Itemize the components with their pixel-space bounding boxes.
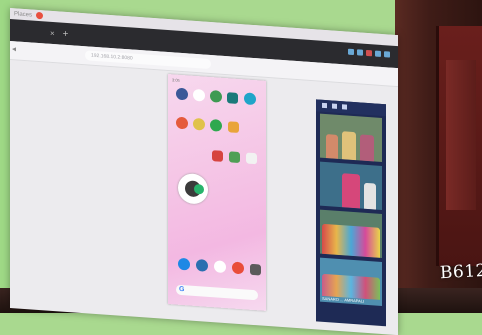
extension-icon[interactable]: [366, 49, 372, 57]
whatsapp-app-icon[interactable]: [210, 118, 222, 132]
maps-app-icon[interactable]: [210, 89, 222, 103]
play-store-icon[interactable]: [194, 183, 204, 195]
back-icon[interactable]: ◂: [12, 44, 20, 53]
url-field[interactable]: 192.168.10.2:8080: [85, 50, 211, 70]
messages-app-icon[interactable]: [196, 259, 208, 272]
projected-screen: Places × + ◂ 192.168.10.2:8080 3:05 G SA…: [10, 8, 398, 335]
participant-person: [364, 182, 376, 210]
drive-app-icon[interactable]: [193, 88, 205, 102]
app-icon[interactable]: [228, 121, 239, 134]
participant-person: [326, 134, 338, 159]
extension-tray: [348, 48, 390, 58]
participant-tile[interactable]: [320, 209, 382, 259]
camera-app-icon[interactable]: [250, 263, 261, 276]
tab-close-icon[interactable]: ×: [50, 28, 55, 37]
participants-panel: SANARO ... AMRAPALI: [316, 99, 386, 327]
app-icon[interactable]: [212, 150, 223, 162]
participant-person: [360, 134, 374, 162]
menu-icon[interactable]: [342, 104, 347, 110]
facebook-app-icon[interactable]: [176, 87, 188, 101]
participant-tile[interactable]: [320, 113, 382, 163]
window-title: Places: [14, 10, 33, 19]
status-bar: 3:05: [172, 77, 180, 83]
phone-app-icon[interactable]: [178, 257, 190, 271]
participant-group: [322, 223, 380, 258]
chrome-app-icon[interactable]: [232, 261, 244, 275]
gmail-app-icon[interactable]: [214, 260, 226, 274]
close-icon[interactable]: [36, 11, 44, 20]
participant-person: [342, 131, 356, 161]
participant-person: [342, 173, 360, 209]
extension-icon[interactable]: [357, 49, 363, 56]
door-panel: [446, 60, 476, 210]
google-search-icon: G: [179, 285, 185, 294]
google-search-bar[interactable]: G: [176, 284, 258, 301]
extension-icon[interactable]: [375, 50, 381, 57]
play-app-icon[interactable]: [244, 92, 256, 106]
phone-mirror: 3:05 G: [168, 74, 266, 311]
participant-tile[interactable]: [320, 161, 382, 211]
app-icon[interactable]: [229, 151, 240, 164]
participant-tile[interactable]: SANARO ... AMRAPALI: [320, 257, 382, 307]
app-icon[interactable]: [227, 92, 238, 104]
app-icon[interactable]: [246, 152, 257, 165]
watermark-logo: B612: [439, 260, 482, 284]
extension-icon[interactable]: [348, 48, 354, 56]
app-icon[interactable]: [176, 116, 188, 130]
green-wall-edge: [0, 0, 10, 313]
new-tab-icon[interactable]: +: [63, 28, 69, 39]
app-icon[interactable]: [193, 117, 205, 131]
grid-icon[interactable]: [332, 103, 337, 109]
extension-icon[interactable]: [384, 51, 390, 58]
layout-icon[interactable]: [322, 102, 327, 109]
